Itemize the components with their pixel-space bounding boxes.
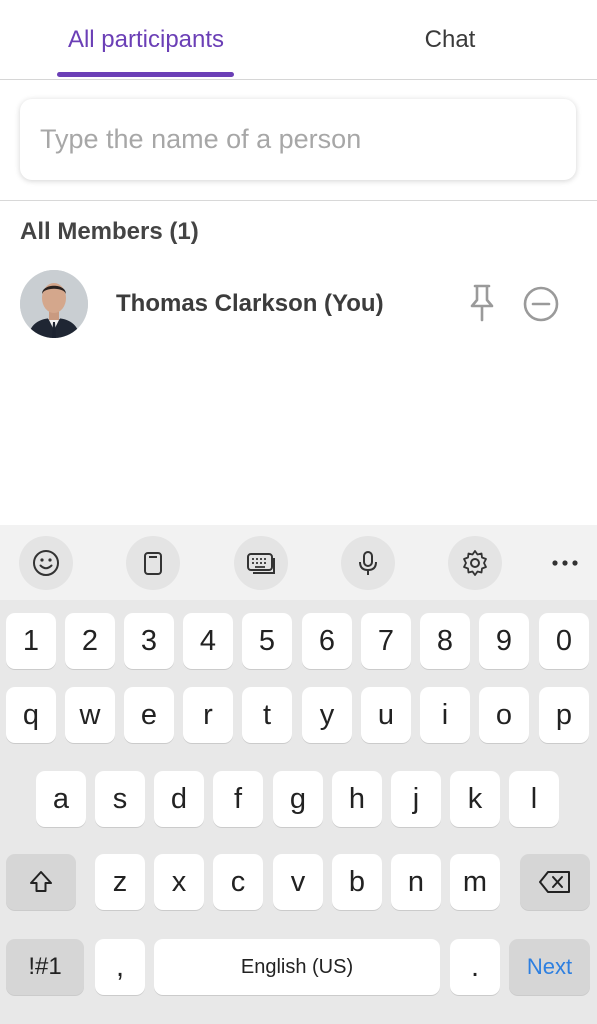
member-name: Thomas Clarkson (You) xyxy=(116,290,384,317)
key-0[interactable]: 0 xyxy=(539,613,589,669)
microphone-icon[interactable] xyxy=(341,536,395,590)
key-r[interactable]: r xyxy=(183,687,233,743)
active-tab-indicator xyxy=(57,72,234,77)
key-l[interactable]: l xyxy=(509,771,559,827)
key-q[interactable]: q xyxy=(6,687,56,743)
key-v[interactable]: v xyxy=(273,854,323,910)
key-b[interactable]: b xyxy=(332,854,382,910)
key-f[interactable]: f xyxy=(213,771,263,827)
settings-icon[interactable] xyxy=(448,536,502,590)
key-8[interactable]: 8 xyxy=(420,613,470,669)
key-1[interactable]: 1 xyxy=(6,613,56,669)
key-9[interactable]: 9 xyxy=(479,613,529,669)
clipboard-icon[interactable] xyxy=(126,536,180,590)
space-key[interactable]: English (US) xyxy=(154,939,440,995)
keyboard-mode-icon[interactable] xyxy=(234,536,288,590)
key-e[interactable]: e xyxy=(124,687,174,743)
keyboard-toolbar xyxy=(0,525,597,600)
next-key[interactable]: Next xyxy=(509,939,590,995)
key-p[interactable]: p xyxy=(539,687,589,743)
tab-all-participants[interactable]: All participants xyxy=(30,0,262,80)
key-6[interactable]: 6 xyxy=(302,613,352,669)
key-y[interactable]: y xyxy=(302,687,352,743)
divider xyxy=(0,200,597,201)
key-3[interactable]: 3 xyxy=(124,613,174,669)
key-d[interactable]: d xyxy=(154,771,204,827)
tab-chat[interactable]: Chat xyxy=(330,0,570,80)
key-c[interactable]: c xyxy=(213,854,263,910)
key-x[interactable]: x xyxy=(154,854,204,910)
more-icon[interactable] xyxy=(540,536,590,590)
backspace-icon xyxy=(539,871,570,893)
on-screen-keyboard: 1 2 3 4 5 6 7 8 9 0 q w e r t y u i o p … xyxy=(0,525,597,1024)
key-o[interactable]: o xyxy=(479,687,529,743)
key-5[interactable]: 5 xyxy=(242,613,292,669)
key-i[interactable]: i xyxy=(420,687,470,743)
search-input[interactable] xyxy=(40,124,576,155)
tab-bar: All participants Chat xyxy=(0,0,597,80)
search-box[interactable] xyxy=(20,99,576,180)
key-s[interactable]: s xyxy=(95,771,145,827)
key-w[interactable]: w xyxy=(65,687,115,743)
avatar xyxy=(20,270,88,338)
key-z[interactable]: z xyxy=(95,854,145,910)
remove-member-icon[interactable] xyxy=(522,285,560,323)
shift-key[interactable] xyxy=(6,854,76,910)
key-k[interactable]: k xyxy=(450,771,500,827)
shift-icon xyxy=(30,871,52,892)
symbols-key[interactable]: !#1 xyxy=(6,939,84,995)
key-m[interactable]: m xyxy=(450,854,500,910)
key-t[interactable]: t xyxy=(242,687,292,743)
key-n[interactable]: n xyxy=(391,854,441,910)
key-2[interactable]: 2 xyxy=(65,613,115,669)
key-7[interactable]: 7 xyxy=(361,613,411,669)
member-row[interactable]: Thomas Clarkson (You) xyxy=(0,266,597,342)
period-key[interactable]: . xyxy=(450,939,500,995)
key-j[interactable]: j xyxy=(391,771,441,827)
emoji-icon[interactable] xyxy=(19,536,73,590)
pin-icon[interactable] xyxy=(466,282,498,322)
key-4[interactable]: 4 xyxy=(183,613,233,669)
key-u[interactable]: u xyxy=(361,687,411,743)
members-header: All Members (1) xyxy=(20,218,199,245)
backspace-key[interactable] xyxy=(520,854,590,910)
comma-key[interactable]: , xyxy=(95,939,145,995)
key-h[interactable]: h xyxy=(332,771,382,827)
key-a[interactable]: a xyxy=(36,771,86,827)
key-g[interactable]: g xyxy=(273,771,323,827)
